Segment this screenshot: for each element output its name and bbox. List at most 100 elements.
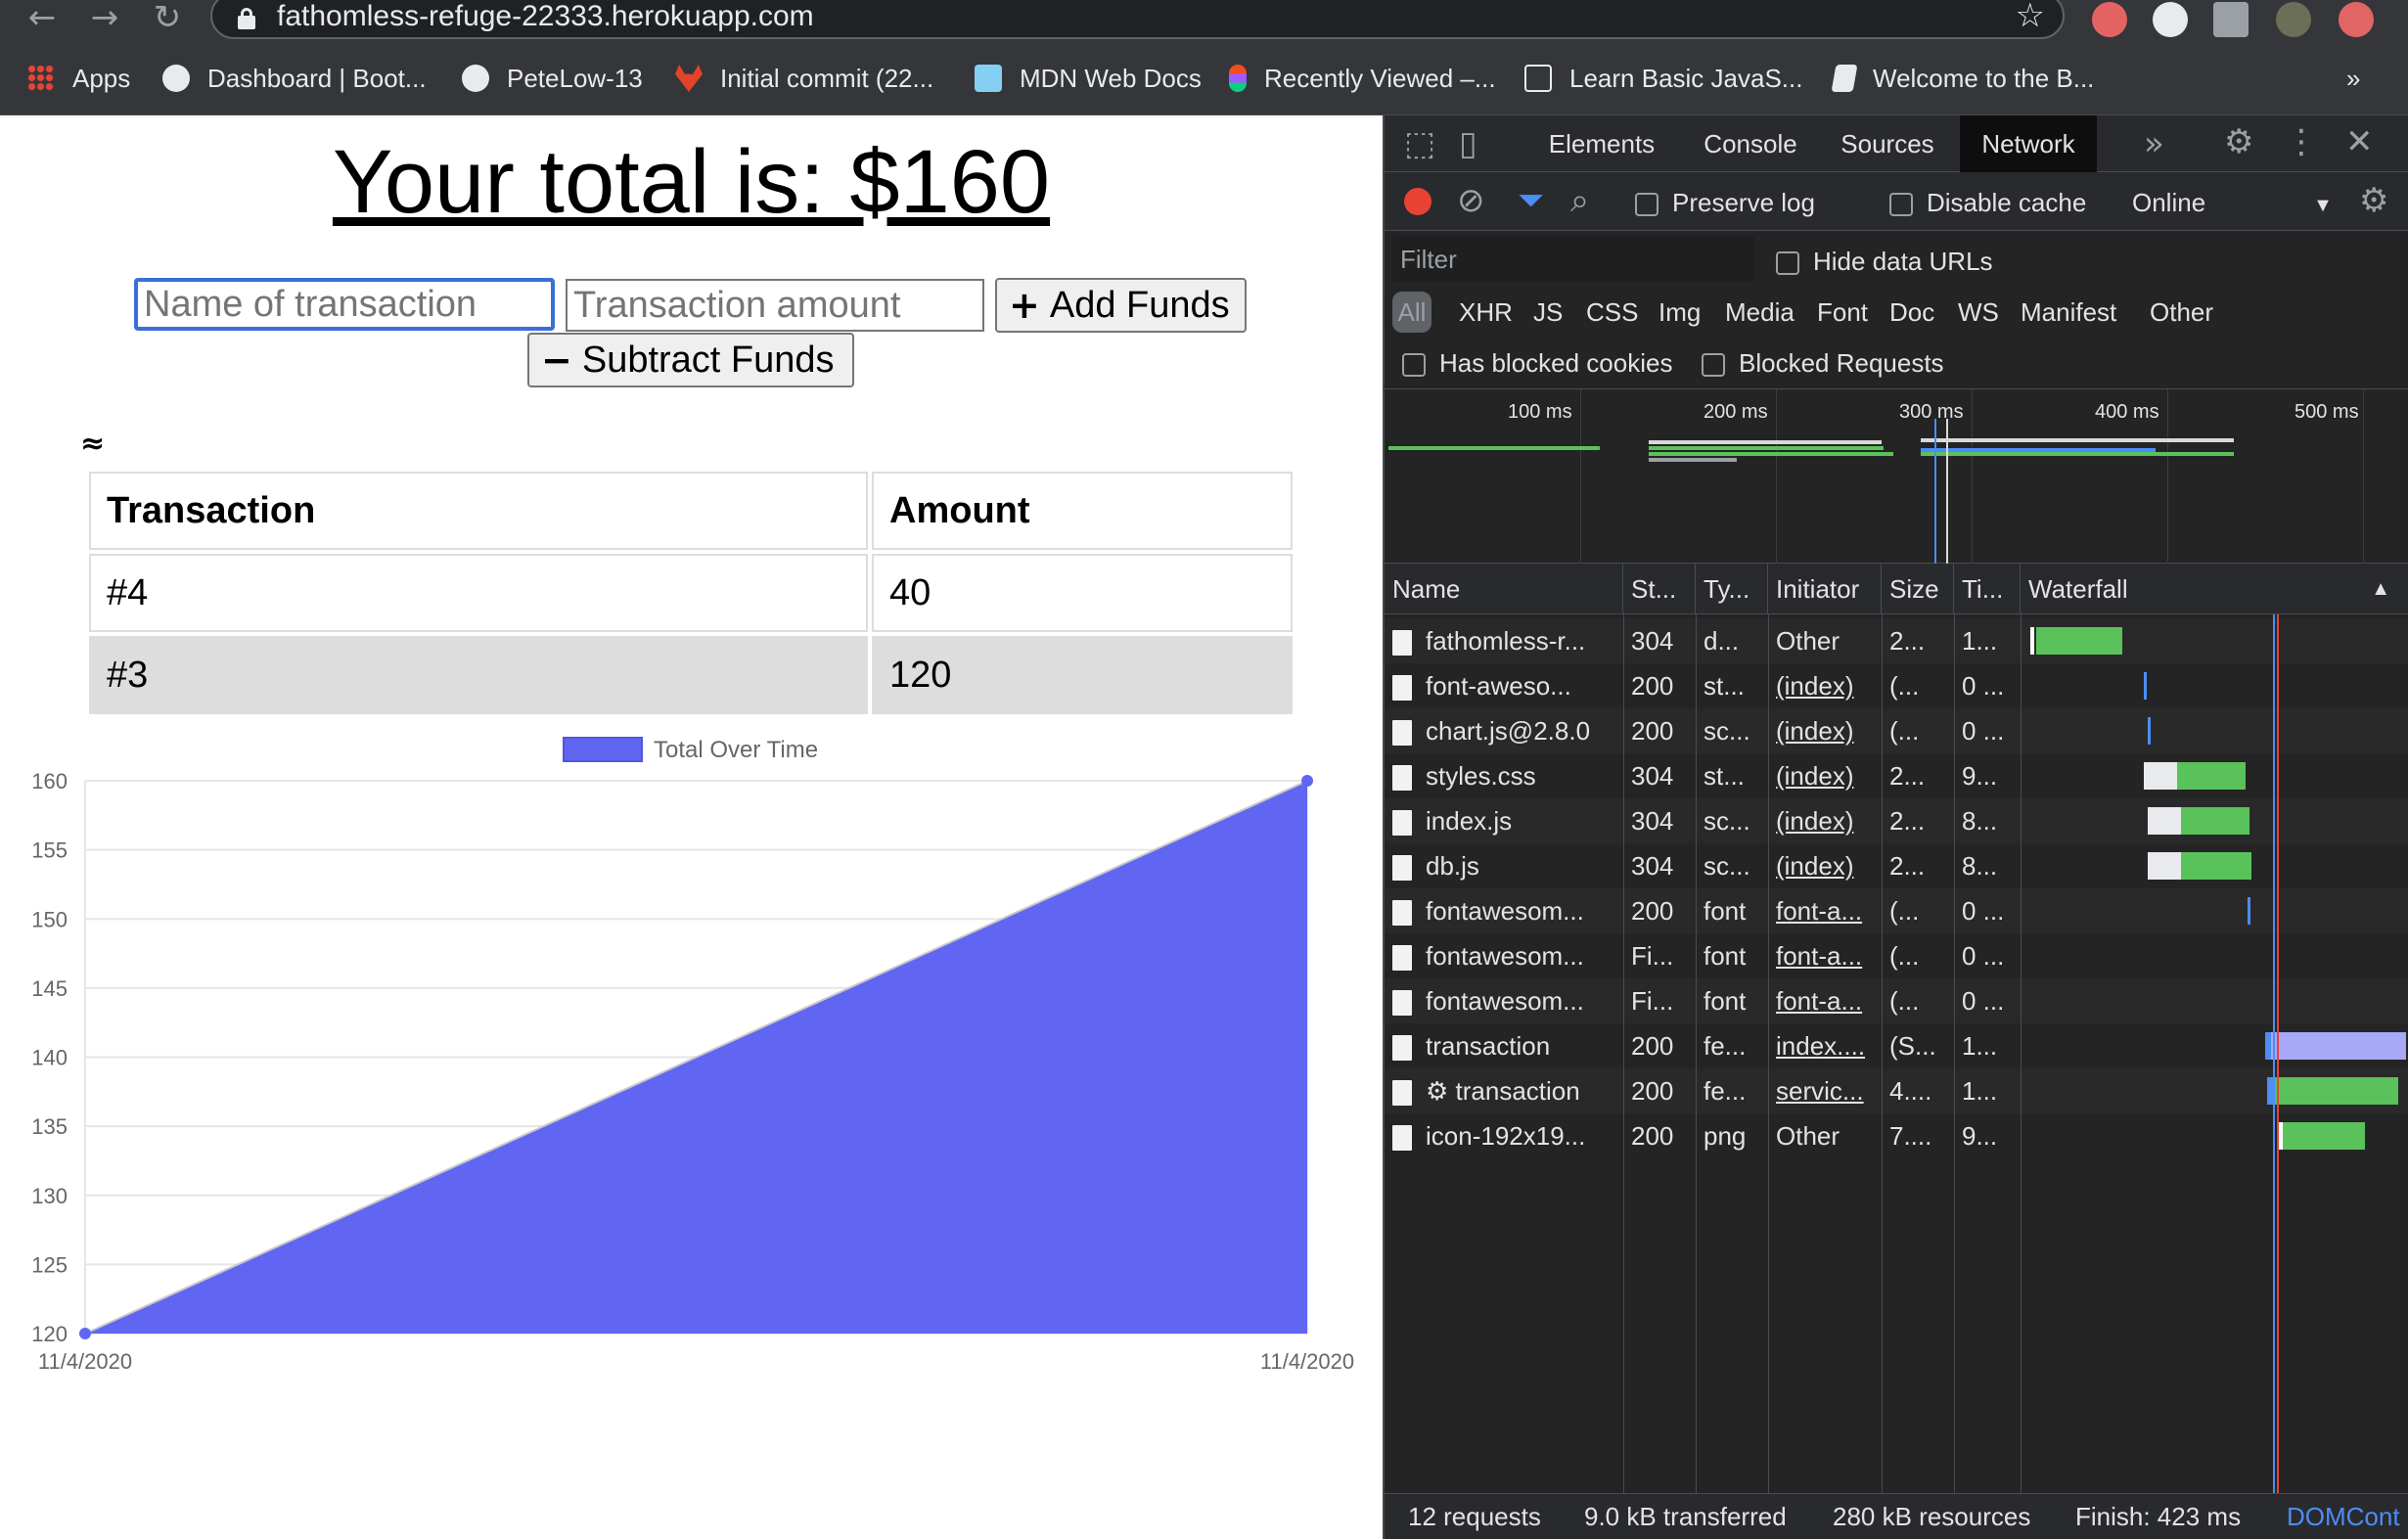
throttle-select[interactable]: Online ▼ [2132, 188, 2333, 218]
y-tick-label: 120 [31, 1322, 68, 1346]
request-name: fontawesom... [1385, 933, 1623, 978]
bookmark-label: MDN Web Docs [1020, 63, 1202, 93]
column-header-name[interactable]: Name [1385, 564, 1623, 614]
bookmarks-bar: Apps Dashboard | Boot... PeteLow-13 Init… [0, 39, 2408, 115]
request-initiator[interactable]: (index) [1768, 708, 1882, 753]
chevron-down-icon: ▼ [2313, 195, 2333, 216]
request-initiator[interactable]: (index) [1768, 753, 1882, 798]
column-header-waterfall[interactable]: Waterfall ▲ [2021, 564, 2408, 614]
extension-icon[interactable] [2092, 2, 2127, 37]
bookmark-welcome[interactable]: Welcome to the B... [1831, 59, 2095, 98]
request-row[interactable]: font-aweso... 200 st... (index) (... 0 ... [1385, 663, 2408, 708]
type-filter-doc[interactable]: Doc [1889, 292, 1934, 333]
column-header-initiator[interactable]: Initiator [1768, 564, 1882, 614]
profile-avatar[interactable] [2276, 2, 2311, 37]
type-filter-all[interactable]: All [1392, 292, 1431, 333]
request-initiator[interactable]: font-a... [1768, 888, 1882, 933]
blocked-requests-checkbox[interactable]: Blocked Requests [1702, 348, 1944, 379]
bookmark-gitlab[interactable]: Initial commit (22... [675, 59, 933, 98]
request-name-text: index.js [1426, 806, 1513, 836]
tab-sources[interactable]: Sources [1819, 115, 1956, 172]
request-row[interactable]: icon-192x19... 200 png Other 7.... 9... [1385, 1113, 2408, 1158]
request-initiator[interactable]: (index) [1768, 843, 1882, 888]
timeline-tick-label: 500 ms [2294, 401, 2359, 423]
request-size: (... [1889, 941, 1920, 971]
bookmark-apps[interactable]: Apps [27, 59, 130, 98]
request-size: 7.... [1889, 1121, 1932, 1151]
bookmark-github[interactable]: PeteLow-13 [462, 59, 643, 98]
has-blocked-cookies-checkbox[interactable]: Has blocked cookies [1402, 348, 1672, 379]
request-initiator[interactable]: (index) [1768, 798, 1882, 843]
request-initiator[interactable]: index.... [1768, 1023, 1882, 1068]
filter-funnel-icon[interactable]: ⏷ [1518, 184, 1544, 217]
extension-icon[interactable] [2153, 2, 2188, 37]
bookmark-dashboard[interactable]: Dashboard | Boot... [162, 59, 427, 98]
bookmark-freecodecamp[interactable]: Learn Basic JavaS... [1524, 59, 1802, 98]
file-icon [1392, 1080, 1412, 1107]
back-arrow-icon[interactable]: ← [18, 0, 67, 39]
bookmark-label: Welcome to the B... [1873, 63, 2095, 93]
device-toolbar-icon[interactable]: ▯ [1459, 127, 1477, 160]
request-name-text: transaction [1426, 1031, 1551, 1061]
settings-gear-icon[interactable]: ⚙ [2224, 125, 2253, 159]
preserve-log-checkbox[interactable]: Preserve log [1635, 188, 1815, 218]
type-filter-manifest[interactable]: Manifest [2021, 292, 2116, 333]
disable-cache-checkbox[interactable]: Disable cache [1889, 188, 2086, 218]
column-header-type[interactable]: Ty... [1696, 564, 1768, 614]
request-row[interactable]: db.js 304 sc... (index) 2... 8... [1385, 843, 2408, 888]
bookmarks-overflow-icon[interactable]: » [2346, 59, 2360, 98]
column-header-time[interactable]: Ti... [1954, 564, 2021, 614]
kebab-menu-icon[interactable]: ⋮ [2285, 125, 2318, 159]
inspect-element-icon[interactable]: ⬚ [1404, 127, 1435, 160]
tab-console[interactable]: Console [1684, 115, 1817, 172]
request-row[interactable]: index.js 304 sc... (index) 2... 8... [1385, 798, 2408, 843]
type-filter-other[interactable]: Other [2150, 292, 2213, 333]
forward-arrow-icon[interactable]: → [80, 0, 129, 39]
request-initiator[interactable]: font-a... [1768, 933, 1882, 978]
request-row[interactable]: fontawesom... Fi... font font-a... (... 0 ... [1385, 978, 2408, 1023]
request-type: png [1704, 1121, 1747, 1151]
tab-elements[interactable]: Elements [1522, 115, 1682, 172]
request-type: font [1704, 941, 1747, 971]
bookmark-star-icon[interactable]: ☆ [2016, 0, 2045, 35]
request-row[interactable]: chart.js@2.8.0 200 sc... (index) (... 0 ... [1385, 708, 2408, 753]
column-header-status[interactable]: St... [1623, 564, 1696, 614]
type-filter-media[interactable]: Media [1725, 292, 1795, 333]
request-row[interactable]: transaction 200 fe... index.... (S... 1... [1385, 1023, 2408, 1068]
bookmark-mdn[interactable]: MDN Web Docs [975, 59, 1202, 98]
request-row[interactable]: fontawesom... 200 font font-a... (... 0 ... [1385, 888, 2408, 933]
type-filter-ws[interactable]: WS [1958, 292, 1999, 333]
column-header-size[interactable]: Size [1882, 564, 1954, 614]
request-row[interactable]: fontawesom... Fi... font font-a... (... 0 ... [1385, 933, 2408, 978]
reload-icon[interactable]: ↻ [143, 0, 192, 39]
bookmark-figma[interactable]: Recently Viewed –... [1229, 59, 1496, 98]
bookmark-label: Apps [72, 63, 131, 93]
update-icon[interactable] [2339, 2, 2374, 37]
close-devtools-icon[interactable]: ✕ [2345, 125, 2374, 159]
request-size: (... [1889, 671, 1920, 701]
puzzle-extensions-icon[interactable] [2213, 2, 2249, 37]
type-filter-img[interactable]: Img [1658, 292, 1701, 333]
type-filter-xhr[interactable]: XHR [1459, 292, 1513, 333]
request-initiator[interactable]: servic... [1768, 1068, 1882, 1113]
request-row[interactable]: fathomless-r... 304 d... Other 2... 1... [1385, 618, 2408, 663]
request-initiator[interactable]: (index) [1768, 663, 1882, 708]
request-row[interactable]: styles.css 304 st... (index) 2... 9... [1385, 753, 2408, 798]
more-tabs-icon[interactable]: » [2144, 127, 2164, 160]
tab-network[interactable]: Network [1960, 115, 2097, 172]
request-row[interactable]: ⚙ transaction 200 fe... servic... 4.... 1... [1385, 1068, 2408, 1113]
filter-input[interactable]: Filter [1392, 237, 1754, 282]
hide-data-urls-checkbox[interactable]: Hide data URLs [1776, 247, 1993, 277]
checkbox-icon [1702, 353, 1725, 378]
type-filter-css[interactable]: CSS [1586, 292, 1638, 333]
request-initiator[interactable]: font-a... [1768, 978, 1882, 1023]
waterfall-bar [2248, 897, 2250, 925]
waterfall-bar [2148, 717, 2151, 745]
clear-icon[interactable]: ⊘ [1457, 184, 1485, 217]
address-bar[interactable]: fathomless-refuge-22333.herokuapp.com ☆ [210, 0, 2065, 39]
type-filter-js[interactable]: JS [1533, 292, 1563, 333]
search-icon[interactable]: ⌕ [1570, 184, 1589, 217]
type-filter-font[interactable]: Font [1817, 292, 1868, 333]
record-icon[interactable] [1404, 188, 1431, 215]
network-settings-gear-icon[interactable]: ⚙ [2359, 184, 2388, 217]
